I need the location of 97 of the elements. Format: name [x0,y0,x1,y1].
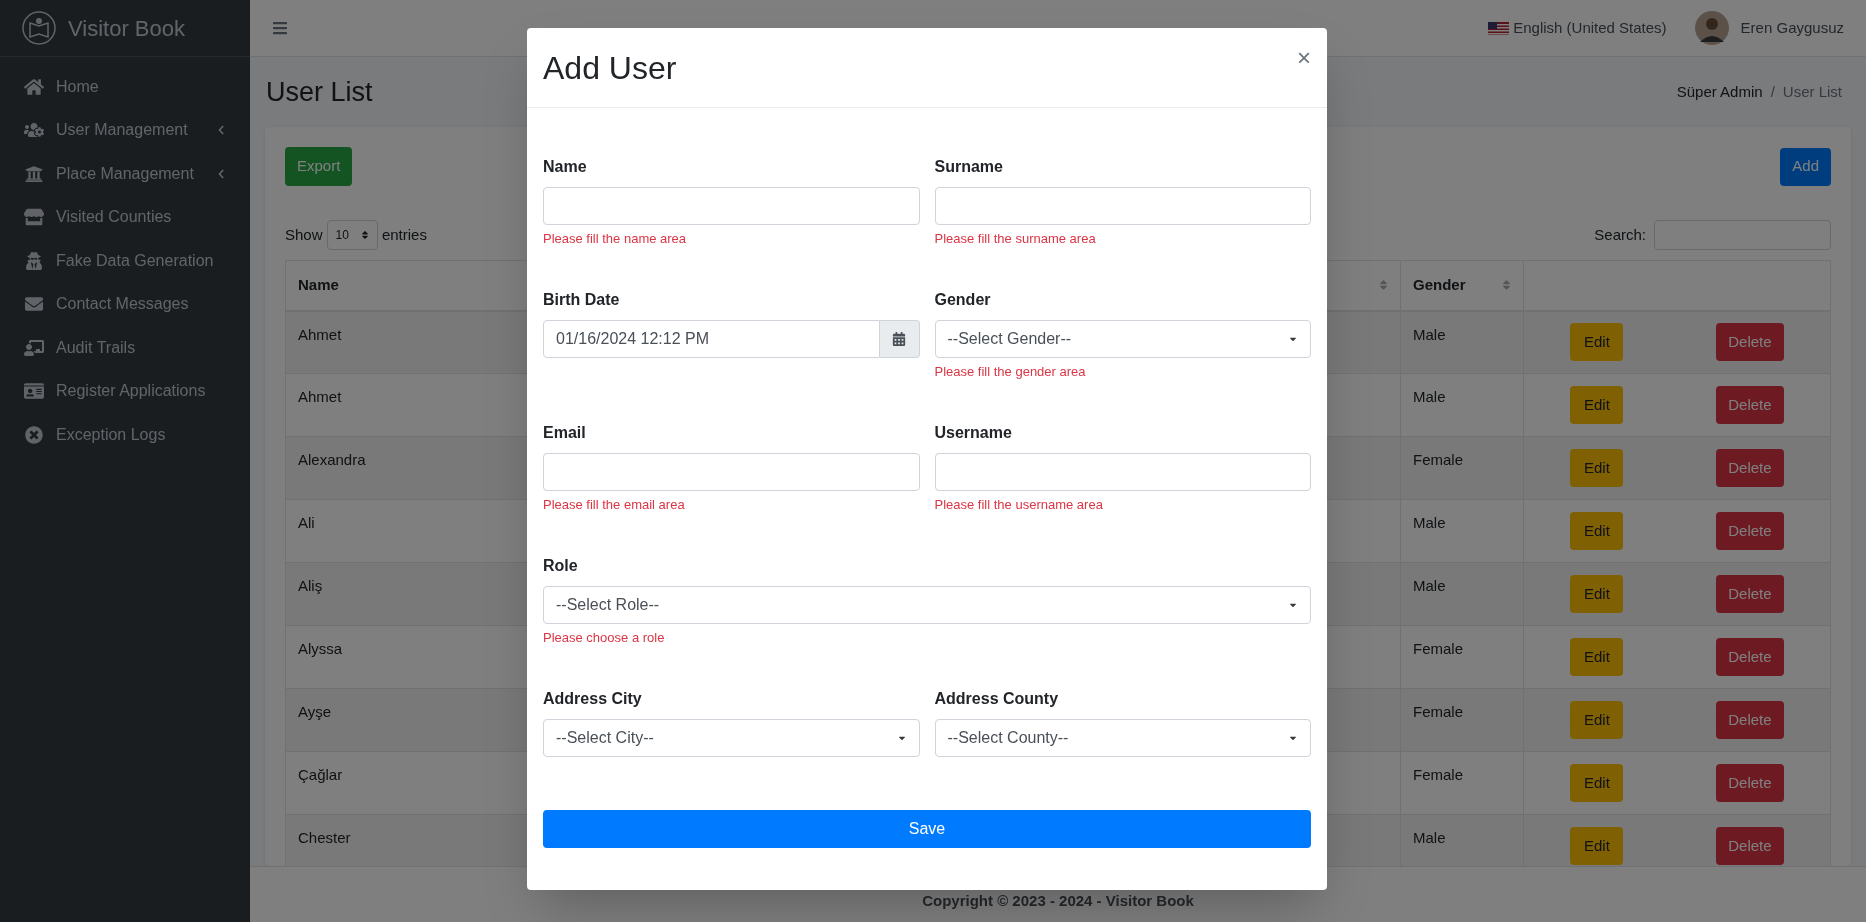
calendar-button[interactable] [879,320,920,358]
delete-button[interactable]: Delete [1716,764,1784,802]
avatar [1694,11,1729,45]
store-icon [24,208,44,227]
copyright-text: Copyright © 2023 - 2024 - Visitor Book [922,891,1194,912]
close-button[interactable]: × [1297,40,1311,76]
edit-button[interactable]: Edit [1570,701,1624,739]
error-message: Please fill the gender area [934,363,1087,381]
edit-button[interactable]: Edit [1570,512,1624,550]
sidebar-item[interactable]: Visited Counties [8,195,242,239]
sidebar-item[interactable]: Audit Trails [8,326,242,370]
error-icon [24,425,44,444]
delete-button[interactable]: Delete [1716,575,1784,613]
search-field[interactable] [1654,220,1831,250]
table-cell: Female [1400,688,1524,752]
chevron-icon [216,125,226,136]
sidebar-item[interactable]: Exception Logs [8,413,242,457]
sort-icon [1379,279,1388,292]
menu-icon [272,20,288,36]
table-cell: Female [1400,625,1524,689]
sort-icon [1502,279,1511,292]
error-message: Please fill the name area [543,230,688,248]
error-message: Please choose a role [543,629,666,647]
delete-button[interactable]: Delete [1716,827,1784,865]
error-message: Please fill the username area [934,496,1104,514]
export-button[interactable]: Export [285,147,353,186]
language-selector[interactable]: English (United States) [1488,16,1667,40]
select-field[interactable]: --Select County-- [934,719,1311,757]
sidebar-item[interactable]: Home [8,65,242,109]
field-label: Address County [934,689,1060,709]
delete-button[interactable]: Delete [1716,638,1784,676]
delete-button[interactable]: Delete [1716,449,1784,487]
sidebar-item[interactable]: Contact Messages [8,282,242,326]
table-cell: Female [1400,436,1524,500]
field-label: Gender [934,290,992,310]
table-cell: Male [1400,562,1524,626]
sidebar-item[interactable]: Place Management [8,152,242,196]
table-cell: Male [1400,814,1524,866]
search-label: Search: [1594,224,1646,245]
show-label: Show [285,224,323,245]
field-label: Birth Date [543,290,621,310]
page-title: User List [266,75,373,109]
mail-icon [24,295,44,314]
delete-button[interactable]: Delete [1716,386,1784,424]
entries-label: entries [381,224,427,245]
select-field[interactable]: --Select Gender-- [934,320,1311,358]
field-label: Name [543,157,588,177]
table-cell: Male [1400,373,1524,437]
text-field[interactable] [543,453,920,491]
select-field[interactable]: --Select City-- [543,719,920,757]
save-button[interactable]: Save [543,810,1311,848]
brand-name: Visitor Book [68,14,185,43]
table-cell: Male [1400,310,1524,374]
select-field[interactable]: --Select Role-- [543,586,1311,624]
chevron-icon [216,168,226,179]
entries-select[interactable]: 10 [326,220,378,250]
sidebar-item[interactable]: Fake Data Generation [8,239,242,283]
delete-button[interactable]: Delete [1716,701,1784,739]
user-name[interactable]: Eren Gaygusuz [1740,16,1844,40]
add-button[interactable]: Add [1780,147,1831,186]
text-field[interactable] [934,187,1311,225]
sort-icon [360,230,369,240]
edit-button[interactable]: Edit [1570,323,1624,362]
spy-icon [24,251,44,270]
text-field[interactable] [543,187,920,225]
error-message: Please fill the surname area [934,230,1097,248]
edit-button[interactable]: Edit [1570,575,1624,613]
edit-button[interactable]: Edit [1570,638,1624,676]
delete-button[interactable]: Delete [1716,512,1784,550]
map-book-logo [22,11,56,45]
flag-icon [1488,21,1510,35]
text-field[interactable] [934,453,1311,491]
menu-button[interactable] [272,20,288,36]
sidebar-item[interactable]: User Management [8,108,242,152]
id-card-icon [24,382,44,401]
table-cell: Male [1400,499,1524,563]
field-label: Username [934,423,1013,443]
modal-title: Add User [543,48,677,88]
column-header[interactable]: Gender [1400,260,1524,311]
calendar-icon [892,332,906,346]
sidebar-item[interactable]: Register Applications [8,369,242,413]
field-label: Surname [934,157,1004,177]
breadcrumb-separator: / [1770,81,1775,102]
table-cell: Female [1400,751,1524,815]
home-icon [24,77,44,96]
breadcrumb-item: User List [1782,81,1842,102]
delete-button[interactable]: Delete [1716,323,1784,362]
edit-button[interactable]: Edit [1570,764,1624,802]
presenter-icon [24,338,44,357]
bank-icon [24,164,44,183]
edit-button[interactable]: Edit [1570,827,1624,865]
date-field[interactable]: 01/16/2024 12:12 PM [543,320,880,358]
edit-button[interactable]: Edit [1570,386,1624,424]
users-gear-icon [24,121,44,140]
field-label: Address City [543,689,643,709]
edit-button[interactable]: Edit [1570,449,1624,487]
breadcrumb-item[interactable]: Süper Admin [1676,80,1763,104]
